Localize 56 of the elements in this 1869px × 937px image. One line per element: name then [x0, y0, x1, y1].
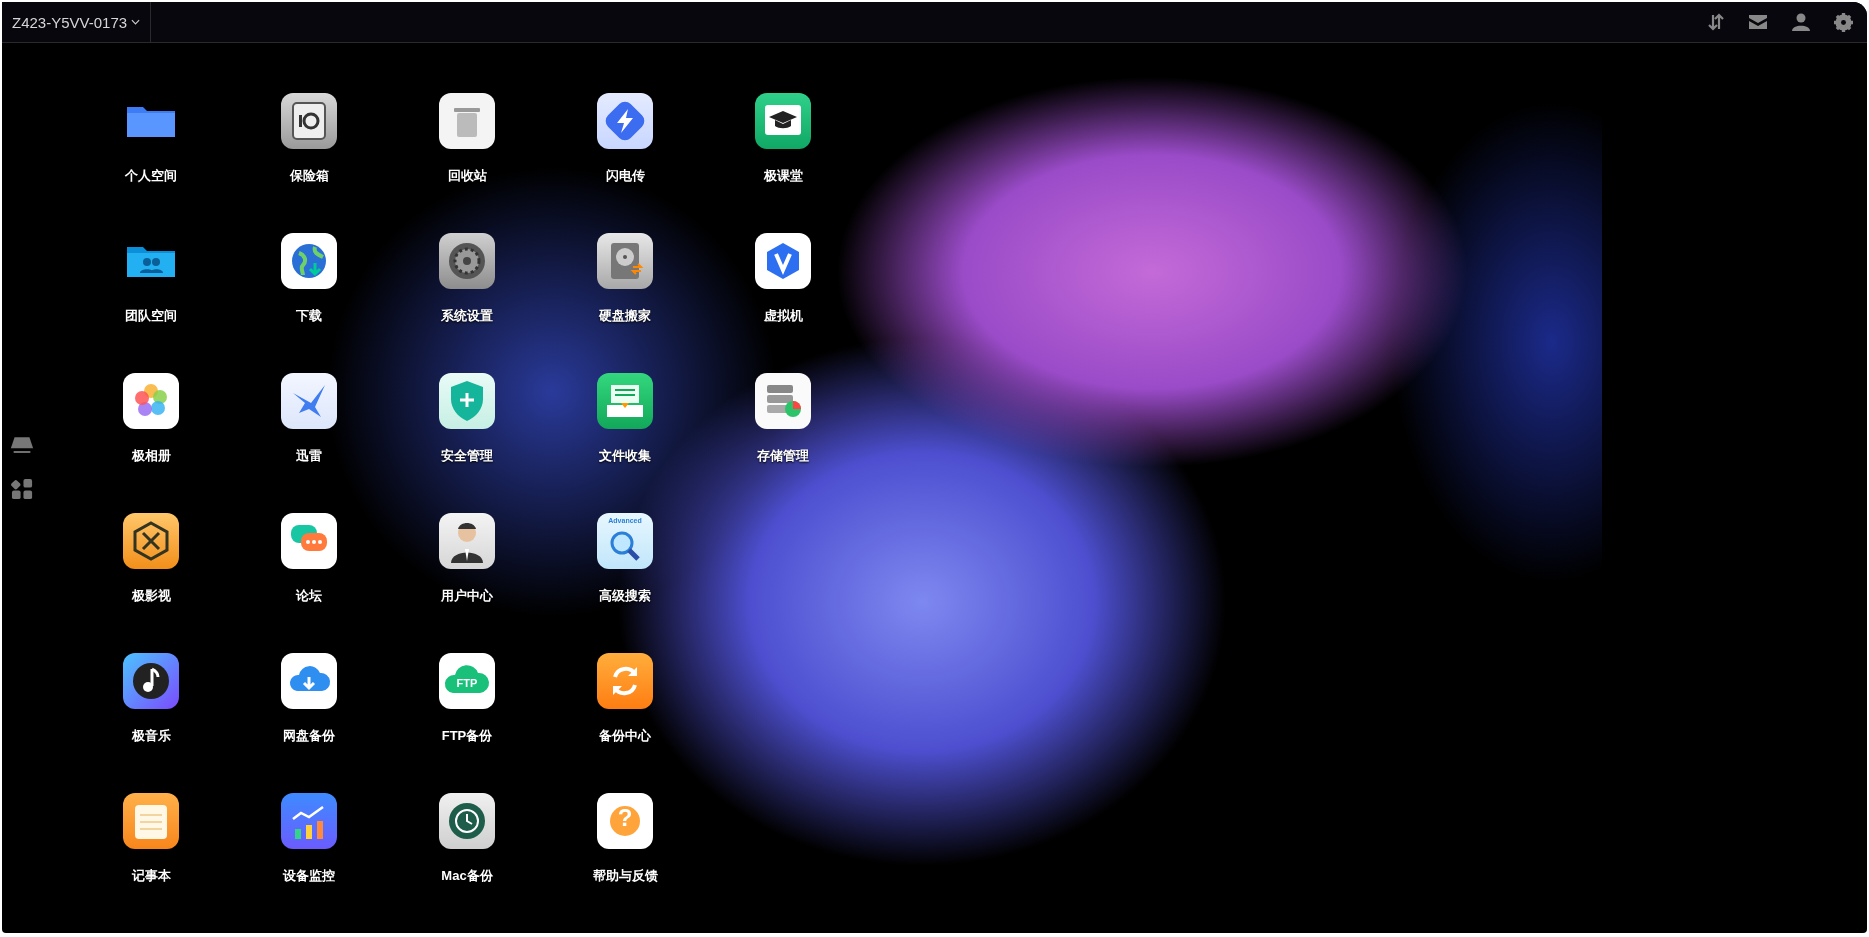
- app-launcher[interactable]: 记事本: [101, 793, 201, 885]
- app-launcher[interactable]: 存储管理: [733, 373, 833, 465]
- clock-icon: [439, 793, 495, 849]
- bar-chart-icon: [281, 793, 337, 849]
- user-icon[interactable]: [1792, 13, 1810, 31]
- cloud-icon: FTP: [439, 653, 495, 709]
- flower-icon: [123, 373, 179, 429]
- app-launcher[interactable]: 备份中心: [575, 653, 675, 745]
- caret-icon: [131, 19, 141, 25]
- shield-icon: [439, 373, 495, 429]
- bird-icon: [281, 373, 337, 429]
- device-name-dropdown[interactable]: Z423-Y5VV-0173: [2, 2, 152, 42]
- app-launcher[interactable]: 下载: [259, 233, 359, 325]
- safe-icon: [281, 93, 337, 149]
- lightning-icon: [597, 93, 653, 149]
- database-icon: [755, 373, 811, 429]
- app-launcher[interactable]: 团队空间: [101, 233, 201, 325]
- app-launcher[interactable]: 设备监控: [259, 793, 359, 885]
- app-launcher[interactable]: 闪电传: [575, 93, 675, 185]
- app-launcher[interactable]: 论坛: [259, 513, 359, 605]
- globe-icon: [281, 233, 337, 289]
- app-launcher[interactable]: 系统设置: [417, 233, 517, 325]
- app-launcher[interactable]: 保险箱: [259, 93, 359, 185]
- app-launcher[interactable]: 个人空间: [101, 93, 201, 185]
- app-grid-icon[interactable]: [10, 478, 34, 501]
- app-launcher[interactable]: 虚拟机: [733, 233, 833, 325]
- sync-icon: [597, 653, 653, 709]
- app-launcher[interactable]: 硬盘搬家: [575, 233, 675, 325]
- app-launcher[interactable]: 迅雷: [259, 373, 359, 465]
- chat-icon: [281, 513, 337, 569]
- app-launcher[interactable]: 安全管理: [417, 373, 517, 465]
- cloud-icon: [281, 653, 337, 709]
- question-icon: ?: [597, 793, 653, 849]
- letter-v-icon: [755, 233, 811, 289]
- app-launcher[interactable]: FTP FTP备份: [417, 653, 517, 745]
- trash-icon: [439, 93, 495, 149]
- tray-icon: [597, 373, 653, 429]
- app-launcher[interactable]: 用户中心: [417, 513, 517, 605]
- notepad-icon: [123, 793, 179, 849]
- app-launcher[interactable]: 极课堂: [733, 93, 833, 185]
- music-note-icon: [123, 653, 179, 709]
- transfer-icon[interactable]: [1708, 13, 1724, 31]
- app-launcher[interactable]: 极音乐: [101, 653, 201, 745]
- drive-icon[interactable]: [9, 435, 35, 456]
- app-launcher[interactable]: 极影视: [101, 513, 201, 605]
- person-icon: [439, 513, 495, 569]
- gear-icon: [439, 233, 495, 289]
- app-launcher[interactable]: 文件收集: [575, 373, 675, 465]
- settings-icon[interactable]: [1834, 12, 1853, 32]
- app-launcher[interactable]: Mac备份: [417, 793, 517, 885]
- mail-icon[interactable]: [1748, 14, 1768, 30]
- app-launcher[interactable]: 网盘备份: [259, 653, 359, 745]
- app-launcher[interactable]: ? 帮助与反馈: [575, 793, 675, 885]
- graduation-cap-icon: [755, 93, 811, 149]
- app-launcher[interactable]: 极相册: [101, 373, 201, 465]
- app-launcher[interactable]: 回收站: [417, 93, 517, 185]
